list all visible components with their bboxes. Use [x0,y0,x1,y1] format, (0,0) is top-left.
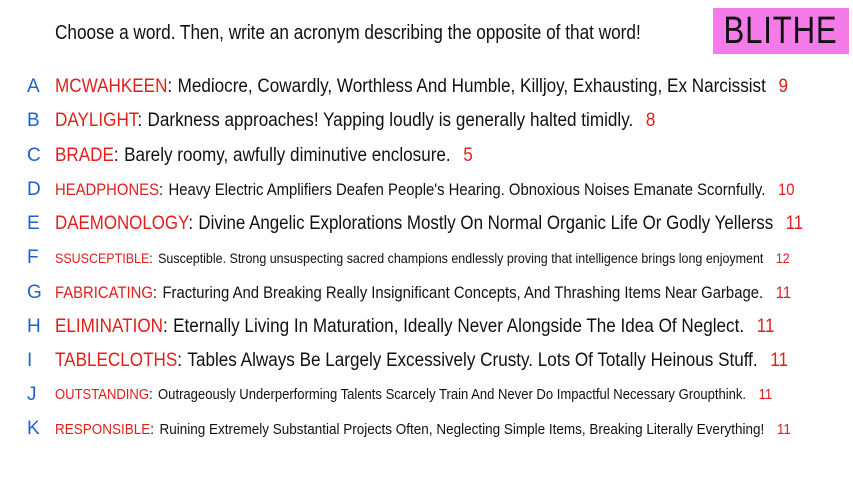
entry-word: FABRICATING [55,283,153,302]
entry-word: DAYLIGHT [55,110,138,131]
title-badge: BLITHE [713,8,849,54]
entry-letter: K [27,418,40,439]
entry-letter: G [27,282,42,303]
entry-line: SSUSCEPTIBLE: Susceptible. Strong unsuspe… [55,250,790,266]
entry-letter: A [27,76,40,97]
entry-word: MCWAHKEEN [55,76,168,97]
entry-count: 9 [778,76,788,97]
entry-letter: D [27,179,41,200]
entry-line: ELIMINATION: Eternally Living In Maturati… [55,316,774,338]
entry-acronym: Darkness approaches! Yapping loudly is g… [147,110,634,131]
entry-word: TABLECLOTHS [55,350,178,371]
entry-count: 11 [776,420,791,438]
entry-line: BRADE: Barely roomy, awfully diminutive e… [55,145,473,167]
entry-word: OUTSTANDING [55,387,150,403]
entry-letter: H [27,316,41,337]
entry-separator: : [167,76,173,97]
entry-letter: J [27,384,37,405]
entry-row: A MCWAHKEEN: Mediocre, Cowardly, Worthless… [0,70,853,104]
entry-row: J OUTSTANDING: Outrageously Underperformin… [0,378,853,412]
entry-line: HEADPHONES: Heavy Electric Amplifiers Dea… [55,181,794,200]
entry-row: H ELIMINATION: Eternally Living In Maturat… [0,310,853,344]
entry-acronym: Eternally Living In Maturation, Ideally … [173,316,745,337]
entry-acronym: Mediocre, Cowardly, Worthless And Humble… [177,76,766,97]
entry-count: 11 [758,387,773,403]
entry-separator: : [152,283,158,302]
entry-separator: : [158,180,164,199]
entry-row: G FABRICATING: Fracturing And Breaking Rea… [0,276,853,310]
entry-line: MCWAHKEEN: Mediocre, Cowardly, Worthless … [55,76,788,98]
entry-count: 11 [770,350,789,371]
entry-letter: I [27,350,33,371]
badge-word: BLITHE [723,9,839,52]
entry-separator: : [163,316,168,337]
entry-count: 10 [777,180,795,199]
entry-separator: : [113,145,119,166]
entry-letter: E [27,213,40,234]
entry-separator: : [137,110,143,131]
entry-separator: : [149,250,153,266]
entry-count: 11 [756,316,775,337]
entry-word: DAEMONOLOGY [55,213,189,234]
entry-count: 8 [645,110,656,131]
entry-acronym: Ruining Extremely Substantial Projects O… [159,420,765,438]
entry-separator: : [150,420,155,438]
entry-line: OUTSTANDING: Outrageously Underperforming… [55,387,772,403]
entry-line: RESPONSIBLE: Ruining Extremely Substantia… [55,421,791,438]
entry-letter: F [27,247,39,268]
entry-letter: B [27,110,40,131]
entry-row: D HEADPHONES: Heavy Electric Amplifiers De… [0,173,853,207]
entry-row: E DAEMONOLOGY: Divine Angelic Explorations… [0,207,853,241]
entry-acronym: Barely roomy, awfully diminutive enclosu… [124,145,451,166]
entry-acronym: Fracturing And Breaking Really Insignifi… [162,283,764,302]
entry-word: ELIMINATION [55,316,163,337]
entry-row: K RESPONSIBLE: Ruining Extremely Substanti… [0,412,853,446]
entry-row: I TABLECLOTHS: Tables Always Be Largely Ex… [0,344,853,378]
entry-word: BRADE [55,145,114,166]
entry-acronym: Divine Angelic Explorations Mostly On No… [198,213,774,234]
entry-separator: : [149,387,153,403]
entry-row: C BRADE: Barely roomy, awfully diminutive … [0,139,853,173]
entry-count: 12 [775,250,790,266]
entry-count: 11 [785,213,804,234]
entry-word: HEADPHONES [55,180,159,199]
entry-line: DAEMONOLOGY: Divine Angelic Explorations … [55,213,803,235]
entry-acronym: Heavy Electric Amplifiers Deafen People'… [168,180,766,199]
entry-row: F SSUSCEPTIBLE: Susceptible. Strong unsusp… [0,241,853,275]
entry-word: RESPONSIBLE [55,420,151,438]
entry-acronym: Tables Always Be Largely Excessively Cru… [187,350,758,371]
entry-line: DAYLIGHT: Darkness approaches! Yapping lo… [55,110,655,132]
entry-count: 5 [463,145,473,166]
entry-acronym: Outrageously Underperforming Talents Sca… [158,387,747,403]
entry-separator: : [188,213,194,234]
entry-row: B DAYLIGHT: Darkness approaches! Yapping l… [0,104,853,138]
entry-line: FABRICATING: Fracturing And Breaking Real… [55,284,791,303]
entry-acronym: Susceptible. Strong unsuspecting sacred … [158,250,764,266]
entry-count: 11 [775,283,792,302]
entry-line: TABLECLOTHS: Tables Always Be Largely Exc… [55,350,788,372]
prompt-text: Choose a word. Then, write an acronym de… [55,22,641,44]
entry-letter: C [27,145,41,166]
entry-separator: : [177,350,183,371]
entry-word: SSUSCEPTIBLE [55,250,150,266]
